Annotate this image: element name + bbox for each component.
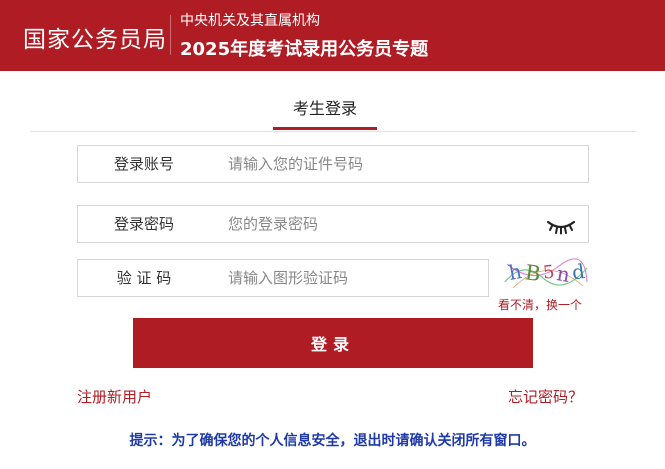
brand-logo-text[interactable]: 国家公务员局 <box>23 20 167 54</box>
tab-candidate-login[interactable]: 考生登录 <box>273 95 377 131</box>
captcha-refresh-link[interactable]: 看不清，换一个 <box>498 296 582 313</box>
header-divider <box>170 15 171 55</box>
account-input[interactable] <box>228 146 568 182</box>
captcha-image[interactable]: h B 5 n d <box>503 252 589 292</box>
login-button[interactable]: 登录 <box>133 318 533 368</box>
svg-text:5: 5 <box>542 261 556 283</box>
tab-divider <box>30 131 637 132</box>
captcha-field: 验 证 码 <box>77 259 489 297</box>
account-label: 登录账号 <box>113 155 174 173</box>
svg-text:h: h <box>507 259 524 285</box>
password-input[interactable] <box>228 206 528 242</box>
password-label: 登录密码 <box>113 215 174 233</box>
security-tip: 提示：为了确保您的个人信息安全，退出时请确认关闭所有窗口。 <box>129 433 536 449</box>
site-header: 国家公务员局 中央机关及其直属机构 2025年度考试录用公务员专题 <box>0 0 665 71</box>
header-subtitle-org: 中央机关及其直属机构 <box>180 13 320 29</box>
captcha-input[interactable] <box>228 260 478 296</box>
register-link[interactable]: 注册新用户 <box>77 386 152 407</box>
svg-text:B: B <box>524 260 543 286</box>
header-subtitle-exam: 2025年度考试录用公务员专题 <box>180 39 429 60</box>
svg-text:d: d <box>570 259 586 285</box>
tab-active-indicator <box>273 127 377 130</box>
captcha-label: 验 证 码 <box>116 269 172 287</box>
forgot-password-link[interactable]: 忘记密码？ <box>508 386 583 407</box>
eye-closed-icon[interactable] <box>546 215 576 235</box>
password-field: 登录密码 <box>77 205 589 243</box>
account-field: 登录账号 <box>77 145 589 183</box>
